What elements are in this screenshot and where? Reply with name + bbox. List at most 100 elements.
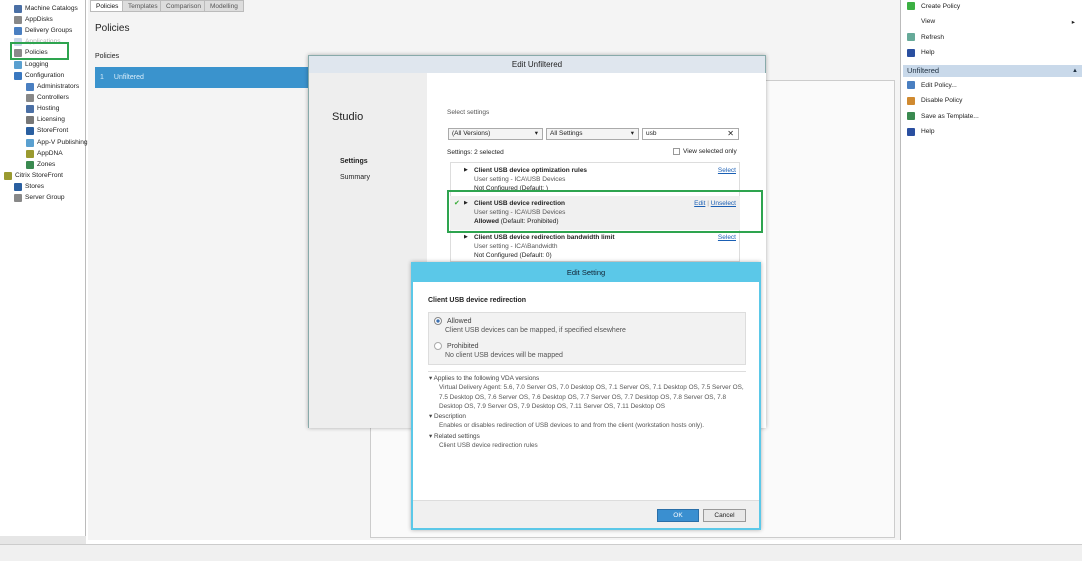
action-label: Save as Template... <box>921 112 979 120</box>
related-section[interactable]: ▾ Related settings <box>429 432 744 441</box>
tree-item-label: AppDNA <box>37 150 63 157</box>
tree-item-appdisks[interactable]: AppDisks <box>14 14 53 25</box>
tree-item-storefront[interactable]: StoreFront <box>26 125 68 136</box>
tab-modelling[interactable]: Modelling <box>204 0 244 12</box>
applies-text: Virtual Delivery Agent: 5.6, 7.0 Server … <box>439 384 744 410</box>
tree-item-label: App-V Publishing <box>37 139 88 146</box>
tree-item-label: Controllers <box>37 94 69 101</box>
option-desc: Client USB devices can be mapped, if spe… <box>445 327 626 334</box>
radio-allowed[interactable]: Allowed <box>434 317 472 325</box>
tree-item-licensing[interactable]: Licensing <box>26 114 65 125</box>
settings-count: Settings: 2 selected <box>447 149 504 156</box>
tree-item-delivery-groups[interactable]: Delivery Groups <box>14 25 72 36</box>
radio-unchecked-icon[interactable] <box>434 342 442 350</box>
setting-row[interactable]: ▶ Client USB device optimization rules Use… <box>464 166 736 193</box>
actions-pane: Create Policy View ▸ Refresh Help Unfiltered… <box>903 0 1082 540</box>
action-help[interactable]: Help <box>907 126 1077 138</box>
collapse-icon: ▲ <box>1072 68 1078 74</box>
action-view[interactable]: View ▸ <box>907 16 1077 28</box>
tree-item-appdna[interactable]: AppDNA <box>26 148 63 159</box>
tree-item-label: Logging <box>25 61 49 68</box>
action-label: Refresh <box>921 33 945 41</box>
status-bar <box>0 544 1082 561</box>
description-section[interactable]: ▾ Description <box>429 412 744 421</box>
tree-item-controllers[interactable]: Controllers <box>26 92 69 103</box>
tree-item-server-group[interactable]: Server Group <box>14 192 65 203</box>
select-link[interactable]: Select <box>718 167 736 174</box>
action-help[interactable]: Help <box>907 47 1077 59</box>
navigation-tree: Machine Catalogs AppDisks Delivery Groups A… <box>0 0 88 540</box>
expand-icon[interactable]: ▶ <box>464 166 468 175</box>
action-create-policy[interactable]: Create Policy <box>907 0 1077 12</box>
nav-summary[interactable]: Summary <box>340 174 370 181</box>
tree-item-stores[interactable]: Stores <box>14 181 44 192</box>
node-icon <box>14 193 22 202</box>
search-input[interactable]: usb ✕ <box>642 128 739 140</box>
select-link[interactable]: Select <box>718 234 736 241</box>
action-disable-policy[interactable]: Disable Policy <box>907 95 1077 107</box>
tree-item-zones[interactable]: Zones <box>26 159 55 170</box>
tree-item-configuration[interactable]: Configuration <box>14 70 64 81</box>
node-icon <box>26 138 34 147</box>
tree-scrollbar[interactable] <box>0 536 86 544</box>
version-dropdown[interactable]: (All Versions) ▾ <box>448 128 543 140</box>
expand-icon[interactable]: ▶ <box>464 233 468 242</box>
tree-item-label: Configuration <box>25 72 65 79</box>
tree-item-citrix-storefront[interactable]: Citrix StoreFront <box>4 170 63 181</box>
tree-item-label: Stores <box>25 183 45 190</box>
action-label: Disable Policy <box>921 97 963 104</box>
node-icon <box>14 60 22 69</box>
action-label: Create Policy <box>921 2 961 10</box>
options-box: Allowed Client USB devices can be mapped… <box>428 312 746 365</box>
blank-icon <box>907 18 915 26</box>
section-title: Unfiltered <box>907 66 940 75</box>
option-label: Prohibited <box>447 342 479 350</box>
tree-item-machine-catalogs[interactable]: Machine Catalogs <box>14 3 78 14</box>
tab-policies[interactable]: Policies <box>90 0 125 12</box>
submenu-arrow-icon: ▸ <box>1071 18 1075 26</box>
tree-item-app-v-publishing[interactable]: App-V Publishing <box>26 137 88 148</box>
section-title: Related settings <box>433 432 480 440</box>
setting-row[interactable]: ▶ Client USB device redirection bandwidth… <box>464 233 736 260</box>
view-selected-checkbox[interactable]: View selected only <box>673 148 737 155</box>
cancel-button[interactable]: Cancel <box>703 509 746 522</box>
radio-prohibited[interactable]: Prohibited <box>434 342 479 350</box>
action-label: Edit Policy... <box>921 81 957 89</box>
checkbox-icon[interactable] <box>673 148 680 155</box>
option-label: Allowed <box>447 317 472 325</box>
tree-item-label: Machine Catalogs <box>25 5 78 12</box>
action-label: View <box>921 18 936 25</box>
setting-name: Client USB device optimization rules <box>474 167 588 174</box>
tree-item-hosting[interactable]: Hosting <box>26 103 59 114</box>
node-icon <box>14 4 22 13</box>
wizard-nav: Studio Settings Summary <box>309 73 427 428</box>
actions-section-header[interactable]: Unfiltered ▲ <box>903 65 1082 77</box>
action-edit-policy[interactable]: Edit Policy... <box>907 79 1077 91</box>
tree-item-label: AppDisks <box>25 16 53 23</box>
section-title: Applies to the following VDA versions <box>433 375 540 382</box>
save-icon <box>907 112 915 120</box>
setting-name: Client USB device redirection bandwidth … <box>474 234 615 241</box>
clear-icon[interactable]: ✕ <box>727 129 734 139</box>
action-refresh[interactable]: Refresh <box>907 31 1077 43</box>
policies-label: Policies <box>95 53 120 60</box>
tab-comparison[interactable]: Comparison <box>160 0 208 12</box>
nav-settings[interactable]: Settings <box>340 158 368 165</box>
tree-item-administrators[interactable]: Administrators <box>26 81 79 92</box>
settings-dropdown[interactable]: All Settings ▾ <box>546 128 639 140</box>
policy-row-unfiltered[interactable]: 1 Unfiltered <box>95 67 315 88</box>
node-icon <box>26 82 34 91</box>
radio-checked-icon[interactable] <box>434 317 442 325</box>
applies-section[interactable]: ▾ Applies to the following VDA versions <box>429 374 744 383</box>
policy-priority: 1 <box>100 74 104 81</box>
select-settings-label: Select settings <box>447 109 490 116</box>
tree-item-logging[interactable]: Logging <box>14 59 48 70</box>
tree-item-label: Zones <box>37 161 56 168</box>
help-icon <box>907 127 915 136</box>
action-save-as-template[interactable]: Save as Template... <box>907 110 1077 122</box>
related-text: Client USB device redirection rules <box>439 442 538 450</box>
tab-templates[interactable]: Templates <box>122 0 164 12</box>
ok-button[interactable]: OK <box>657 509 699 522</box>
help-icon <box>907 48 915 57</box>
setting-path: User setting - ICA\Bandwidth <box>474 243 558 250</box>
